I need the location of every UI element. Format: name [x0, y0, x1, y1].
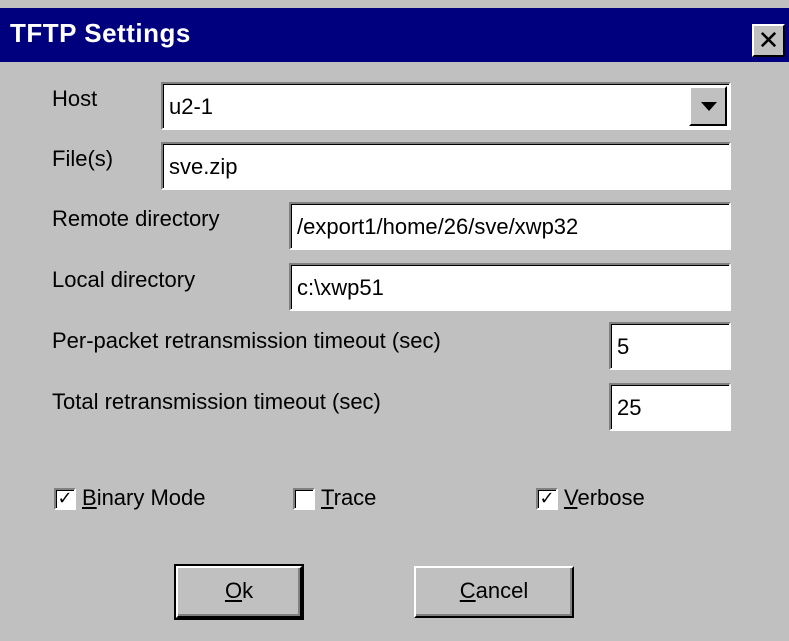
remote-directory-label: Remote directory [52, 206, 220, 231]
trace-label: Trace [321, 485, 377, 510]
binary-mode-check-icon[interactable]: ✓ [54, 488, 76, 510]
host-dropdown-button[interactable] [689, 86, 727, 126]
dialog-title: TFTP Settings [10, 18, 191, 48]
remote-directory-input[interactable]: /export1/home/26/sve/xwp32 [289, 202, 731, 250]
host-label: Host [52, 86, 98, 111]
cancel-button[interactable]: Cancel [414, 566, 574, 618]
title-bar[interactable]: TFTP Settings ✕ [0, 8, 789, 62]
total-timeout-label: Total retransmission timeout (sec) [52, 389, 381, 414]
ok-button[interactable]: Ok [174, 564, 304, 620]
host-value: u2-1 [169, 94, 214, 119]
files-value: sve.zip [169, 154, 238, 179]
trace-checkbox[interactable]: Trace [293, 485, 413, 515]
local-directory-value: c:\xwp51 [297, 275, 384, 300]
host-combobox[interactable]: u2-1 [161, 82, 731, 130]
per-packet-timeout-input[interactable]: 5 [609, 322, 731, 370]
total-timeout-input[interactable]: 25 [609, 383, 731, 431]
binary-mode-checkbox[interactable]: ✓ Binary Mode [54, 485, 254, 515]
trace-check-icon[interactable] [293, 488, 315, 510]
remote-directory-value: /export1/home/26/sve/xwp32 [297, 214, 579, 239]
verbose-label: Verbose [564, 485, 645, 510]
total-timeout-value: 25 [617, 395, 642, 420]
per-packet-timeout-label: Per-packet retransmission timeout (sec) [52, 328, 441, 353]
binary-mode-label: Binary Mode [82, 485, 206, 510]
close-icon: ✕ [757, 25, 780, 55]
tftp-settings-dialog: TFTP Settings ✕ Host u2-1 File(s) sve.zi… [0, 0, 789, 641]
verbose-check-icon[interactable]: ✓ [536, 488, 558, 510]
close-button[interactable]: ✕ [752, 24, 785, 57]
local-directory-label: Local directory [52, 267, 196, 292]
verbose-checkbox[interactable]: ✓ Verbose [536, 485, 676, 515]
files-label: File(s) [52, 146, 114, 171]
files-input[interactable]: sve.zip [161, 142, 731, 190]
local-directory-input[interactable]: c:\xwp51 [289, 263, 731, 311]
chevron-down-icon [701, 102, 717, 111]
per-packet-timeout-value: 5 [617, 334, 630, 359]
